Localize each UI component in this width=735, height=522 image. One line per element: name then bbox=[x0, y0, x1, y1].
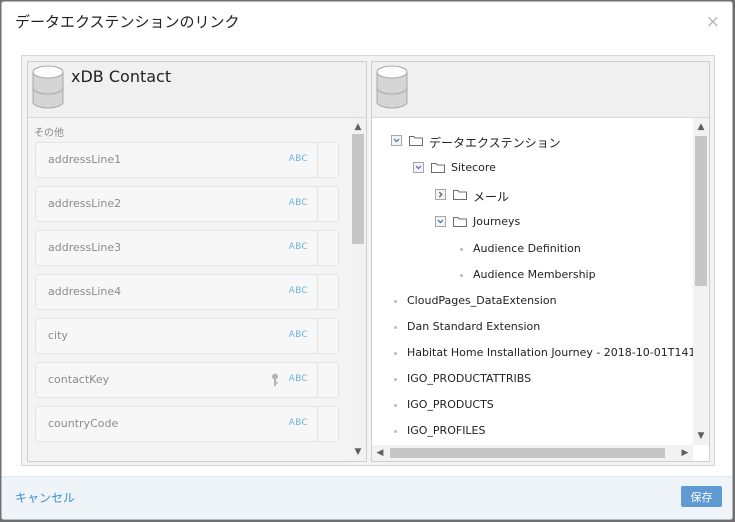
primary-key-icon bbox=[272, 373, 278, 386]
field-type-badge: ABC bbox=[288, 418, 308, 428]
field-name: countryCode bbox=[48, 417, 119, 430]
tree-bullet-icon bbox=[394, 300, 397, 303]
field-drag-handle[interactable] bbox=[317, 319, 338, 353]
right-scroll-thumb[interactable] bbox=[695, 136, 707, 286]
tree-item-label: メール bbox=[473, 190, 510, 204]
tree-item-label: データエクステンション bbox=[429, 136, 561, 150]
field-name: addressLine2 bbox=[48, 197, 122, 210]
left-vertical-scrollbar[interactable]: ▲ ▼ bbox=[350, 118, 366, 461]
tree-item-label: Sitecore bbox=[451, 161, 496, 174]
field-drag-handle[interactable] bbox=[317, 143, 338, 177]
tree-bullet-icon bbox=[460, 274, 463, 277]
tree-item-label: Habitat Home Installation Journey - 2018… bbox=[407, 346, 693, 359]
tree-bullet-icon bbox=[394, 430, 397, 433]
field-type-badge: ABC bbox=[288, 330, 308, 340]
folder-icon bbox=[453, 217, 467, 227]
field-drag-handle[interactable] bbox=[317, 275, 338, 309]
field-name: addressLine1 bbox=[48, 153, 122, 166]
scroll-down-arrow-icon[interactable]: ▼ bbox=[350, 446, 366, 458]
field-drag-handle[interactable] bbox=[317, 187, 338, 221]
tree-item-label: IGO_PRODUCTS bbox=[407, 398, 494, 411]
field-row[interactable]: addressLine1 ABC bbox=[35, 142, 339, 178]
field-drag-handle[interactable] bbox=[317, 363, 338, 397]
tree-bullet-icon bbox=[394, 326, 397, 329]
field-name: city bbox=[48, 329, 68, 342]
data-extension-panel: データエクステンション Sitecore メール Journeys Audience D… bbox=[371, 61, 710, 462]
chevron-right-icon[interactable] bbox=[435, 189, 446, 200]
field-row[interactable]: countryCode ABC bbox=[35, 406, 339, 442]
tree-item-label: IGO_PROFILES bbox=[407, 424, 486, 437]
field-type-badge: ABC bbox=[288, 198, 308, 208]
folder-icon bbox=[431, 163, 445, 173]
scroll-right-arrow-icon[interactable]: ▶ bbox=[677, 447, 693, 459]
scroll-up-arrow-icon[interactable]: ▲ bbox=[693, 121, 709, 133]
field-list: その他 addressLine1 ABC addressLine2 ABC addres… bbox=[28, 118, 366, 461]
field-type-badge: ABC bbox=[288, 242, 308, 252]
right-vertical-scrollbar[interactable]: ▲ ▼ bbox=[693, 118, 709, 445]
chevron-down-icon[interactable] bbox=[391, 135, 402, 146]
cancel-button[interactable]: キャンセル bbox=[15, 489, 75, 506]
field-row[interactable]: addressLine4 ABC bbox=[35, 274, 339, 310]
dialog-title: データエクステンションのリンク bbox=[15, 13, 240, 31]
dialog-footer: キャンセル 保存 bbox=[2, 476, 732, 519]
folder-icon bbox=[409, 136, 423, 146]
field-type-badge: ABC bbox=[288, 374, 308, 384]
field-row[interactable]: city ABC bbox=[35, 318, 339, 354]
field-row[interactable]: addressLine3 ABC bbox=[35, 230, 339, 266]
tree-item-label: Journeys bbox=[473, 215, 521, 228]
xdb-panel-title: xDB Contact bbox=[71, 67, 172, 86]
close-icon[interactable]: × bbox=[706, 14, 720, 31]
tree-item-label: Audience Definition bbox=[473, 242, 581, 255]
tree-bullet-icon bbox=[394, 378, 397, 381]
right-hscroll-thumb[interactable] bbox=[390, 448, 665, 458]
chevron-down-icon[interactable] bbox=[435, 216, 446, 227]
database-icon bbox=[376, 65, 408, 109]
chevron-down-icon[interactable] bbox=[413, 162, 424, 173]
field-type-badge: ABC bbox=[288, 154, 308, 164]
field-name: addressLine3 bbox=[48, 241, 122, 254]
tree-item-label: Audience Membership bbox=[473, 268, 596, 281]
tree-item-label: Dan Standard Extension bbox=[407, 320, 541, 333]
link-data-extension-dialog: データエクステンションのリンク × xDB Contact その他 addres… bbox=[1, 1, 733, 520]
folder-icon bbox=[453, 190, 467, 200]
scroll-up-arrow-icon[interactable]: ▲ bbox=[350, 121, 366, 133]
tree-item-label: CloudPages_DataExtension bbox=[407, 294, 557, 307]
xdb-contact-panel: xDB Contact その他 addressLine1 ABC addressLi… bbox=[27, 61, 367, 462]
right-horizontal-scrollbar[interactable]: ◀ ▶ bbox=[372, 445, 693, 461]
tree-bullet-icon bbox=[460, 248, 463, 251]
dialog-body: xDB Contact その他 addressLine1 ABC addressLi… bbox=[21, 55, 715, 466]
field-drag-handle[interactable] bbox=[317, 407, 338, 441]
field-name: contactKey bbox=[48, 373, 110, 386]
field-row[interactable]: addressLine2 ABC bbox=[35, 186, 339, 222]
scroll-left-arrow-icon[interactable]: ◀ bbox=[372, 447, 388, 459]
xdb-panel-header: xDB Contact bbox=[28, 62, 366, 118]
data-extension-tree: データエクステンション Sitecore メール Journeys Audience D… bbox=[372, 118, 693, 445]
field-row[interactable]: contactKey ABC bbox=[35, 362, 339, 398]
tree-bullet-icon bbox=[394, 352, 397, 355]
database-icon bbox=[32, 65, 64, 109]
tree-bullet-icon bbox=[394, 404, 397, 407]
scroll-down-arrow-icon[interactable]: ▼ bbox=[693, 430, 709, 442]
group-label-other: その他 bbox=[34, 128, 64, 139]
field-drag-handle[interactable] bbox=[317, 231, 338, 265]
dialog-header: データエクステンションのリンク × bbox=[2, 2, 732, 40]
save-button[interactable]: 保存 bbox=[681, 486, 722, 507]
field-type-badge: ABC bbox=[288, 286, 308, 296]
field-name: addressLine4 bbox=[48, 285, 122, 298]
tree-item-label: IGO_PRODUCTATTRIBS bbox=[407, 372, 532, 385]
left-scroll-thumb[interactable] bbox=[352, 134, 364, 244]
de-panel-header bbox=[372, 62, 709, 118]
